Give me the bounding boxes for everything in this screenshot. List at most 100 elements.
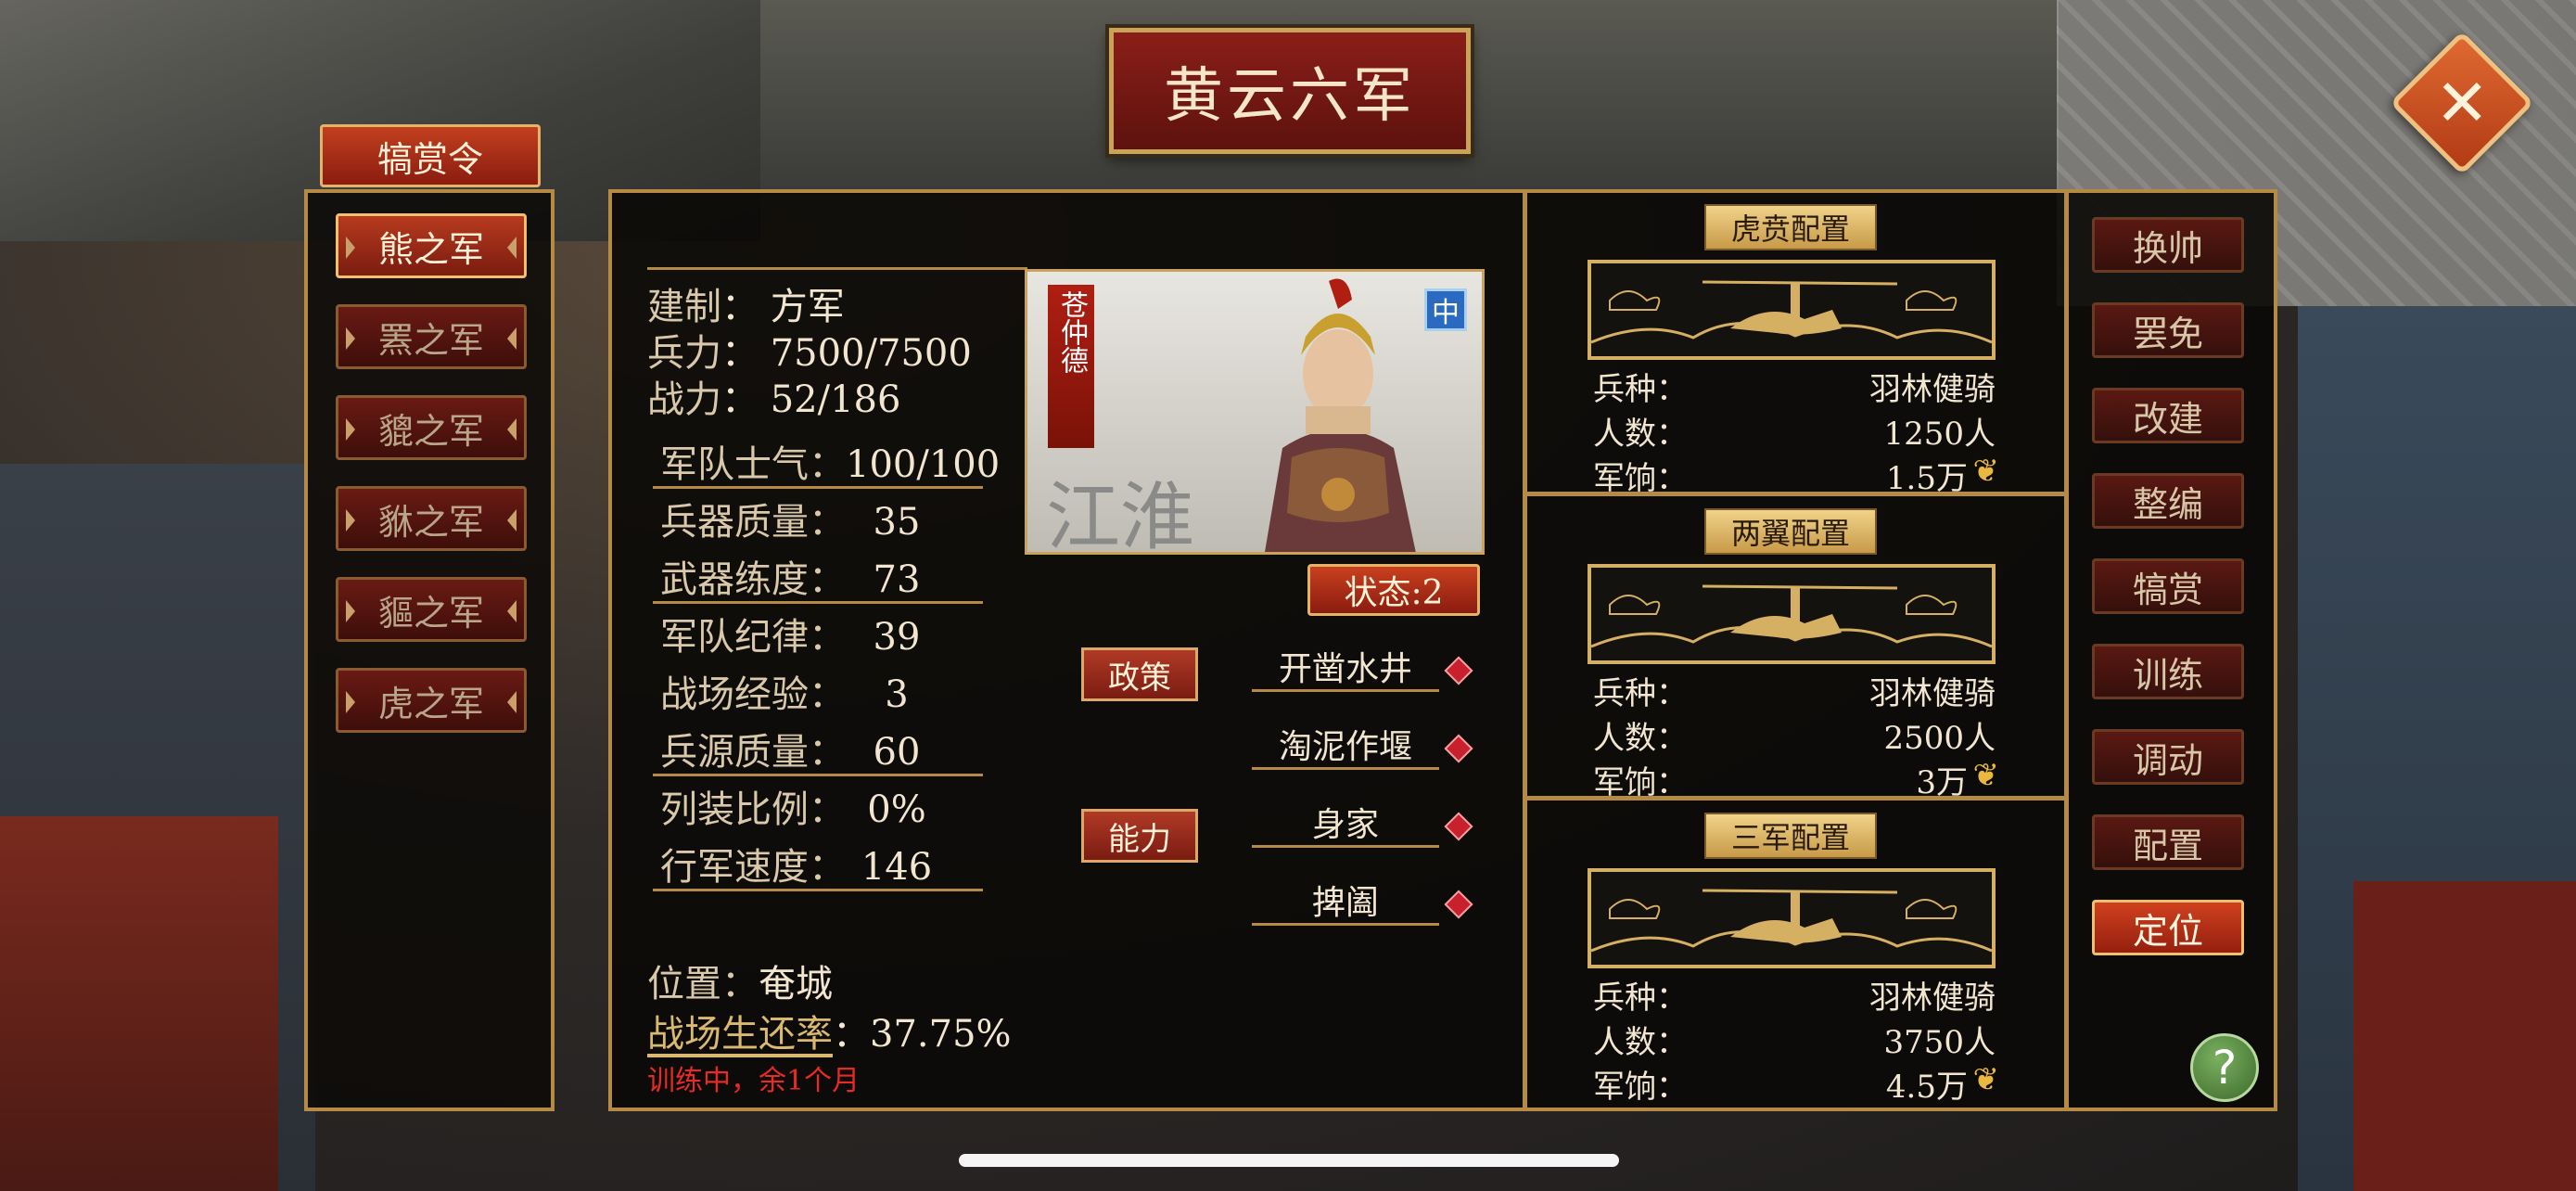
policy-button[interactable]: 政策 <box>1081 647 1198 701</box>
divider <box>653 774 983 776</box>
survival-label: 战场生还率 <box>647 1013 833 1056</box>
config-image-three-armies[interactable] <box>1588 868 1996 968</box>
background-red-pillar <box>2353 881 2576 1191</box>
stat-label: 兵器质量： <box>660 501 846 544</box>
stat-weapon-skill: 武器练度： 73 <box>660 549 948 603</box>
army-tab-chu[interactable]: 貙之军 <box>336 577 527 642</box>
stat-label: 军队纪律： <box>660 616 846 659</box>
stat-label: 行军速度： <box>660 846 846 889</box>
reward-button[interactable]: 犒赏 <box>2092 558 2244 614</box>
config-troop-label: 兵种： <box>1593 371 1688 408</box>
config-count-value: 3750人 <box>1883 1024 1996 1061</box>
stat-value: 3 <box>885 673 909 716</box>
page-title-text: 黄云六军 <box>1164 62 1416 131</box>
dismiss-button[interactable]: 罢免 <box>2092 302 2244 358</box>
location-value: 奄城 <box>759 963 833 1005</box>
army-detail-panel: 建制： 方军 兵力： 7500/7500 战力： 52/186 军队士气：100… <box>608 189 2277 1111</box>
stat-label: 武器练度： <box>660 558 846 601</box>
general-name: 苍仲德 <box>1048 285 1094 448</box>
stat-value: 100/100 <box>846 443 1001 486</box>
change-commander-button[interactable]: 换帅 <box>2092 217 2244 273</box>
wheat-icon: ❦ <box>1972 1061 2000 1098</box>
ability-button[interactable]: 能力 <box>1081 809 1198 863</box>
stat-label: 兵源质量： <box>660 731 846 774</box>
config-count-label: 人数： <box>1593 1024 1688 1061</box>
stat-value: 39 <box>873 616 921 659</box>
stat-experience: 战场经验： 3 <box>660 664 948 718</box>
config-count-value: 2500人 <box>1883 720 1996 757</box>
background-red-hall <box>0 816 278 1191</box>
cavalry-icon <box>1590 584 1993 648</box>
divider <box>653 486 983 489</box>
stat-value: 146 <box>861 846 933 889</box>
army-tab-pi[interactable]: 罴之军 <box>336 304 527 369</box>
policy-item-dam[interactable]: 淘泥作堰 <box>1252 720 1439 770</box>
survival-sep: ： <box>833 1013 870 1056</box>
configure-button[interactable]: 配置 <box>2092 814 2244 870</box>
help-button[interactable]: ? <box>2190 1033 2259 1102</box>
locate-button[interactable]: 定位 <box>2092 900 2244 955</box>
army-tab-xiu[interactable]: 貅之军 <box>336 486 527 551</box>
reorganize-button[interactable]: 整编 <box>2092 473 2244 529</box>
ability-item-family[interactable]: 身家 <box>1252 798 1439 848</box>
policy-item-well[interactable]: 开凿水井 <box>1252 642 1439 692</box>
location-label: 位置： <box>647 963 759 1005</box>
config-pay-label: 军饷： <box>1593 460 1688 497</box>
stat-label: 战力 <box>647 378 721 421</box>
config-pay-label: 军饷： <box>1593 1069 1688 1106</box>
divider <box>653 601 983 604</box>
config-pay-value: 1.5万 <box>1885 460 1968 497</box>
reward-order-tab[interactable]: 犒赏令 <box>320 124 541 187</box>
train-button[interactable]: 训练 <box>2092 644 2244 699</box>
stat-discipline: 军队纪律： 39 <box>660 607 948 660</box>
stat-value: 60 <box>873 731 921 774</box>
config-title-wings: 两翼配置 <box>1704 508 1877 555</box>
army-tab-pi2[interactable]: 貔之军 <box>336 395 527 460</box>
wheat-icon: ❦ <box>1972 453 2000 490</box>
config-troop-label: 兵种： <box>1593 980 1688 1017</box>
home-indicator[interactable] <box>959 1154 1619 1167</box>
config-image-huben[interactable] <box>1588 260 1996 360</box>
ability-item-diplomacy[interactable]: 捭阖 <box>1252 876 1439 926</box>
config-troop-value: 羽林健骑 <box>1869 371 1996 408</box>
config-title-huben: 虎贲配置 <box>1704 204 1877 250</box>
stat-colon: ： <box>721 378 759 421</box>
army-tab-xiong[interactable]: 熊之军 <box>336 213 527 278</box>
page-title: 黄云六军 <box>1109 28 1471 154</box>
general-figure <box>1265 278 1416 552</box>
config-troop-label: 兵种： <box>1593 675 1688 712</box>
army-list-panel: 熊之军 罴之军 貔之军 貅之军 貙之军 虎之军 <box>304 189 555 1111</box>
general-portrait[interactable]: 江淮 苍仲德 中 <box>1025 269 1485 555</box>
config-troop-value: 羽林健骑 <box>1869 980 1996 1017</box>
divider <box>1523 193 1527 1108</box>
config-image-wings[interactable] <box>1588 564 1996 664</box>
stat-power: 战力： 52/186 <box>647 369 900 423</box>
survival-rate: 战场生还率：37.75% <box>647 1004 1012 1057</box>
config-count-label: 人数： <box>1593 720 1688 757</box>
training-note: 训练中，余1个月 <box>647 1065 861 1097</box>
config-pay-label: 军饷： <box>1593 764 1688 801</box>
stat-weapon-quality: 兵器质量： 35 <box>660 492 948 545</box>
diamond-icon <box>1444 812 1473 841</box>
config-pay-value: 3万 <box>1916 764 1968 801</box>
status-button[interactable]: 状态:2 <box>1307 564 1480 616</box>
stat-march-speed: 行军速度： 146 <box>660 837 948 890</box>
stat-value: 73 <box>873 558 921 601</box>
stat-label: 战场经验： <box>660 673 846 716</box>
army-tab-hu[interactable]: 虎之军 <box>336 668 527 733</box>
stat-equip-ratio: 列装比例： 0% <box>660 779 948 833</box>
rebuild-button[interactable]: 改建 <box>2092 388 2244 443</box>
stat-value: 35 <box>873 501 921 544</box>
close-icon: ✕ <box>2434 65 2490 141</box>
stat-recruit-quality: 兵源质量： 60 <box>660 722 948 775</box>
deploy-button[interactable]: 调动 <box>2092 729 2244 785</box>
config-count-value: 1250人 <box>1883 416 1996 453</box>
cavalry-icon <box>1590 889 1993 953</box>
divider <box>647 267 1027 270</box>
wheat-icon: ❦ <box>1972 757 2000 794</box>
config-title-three-armies: 三军配置 <box>1704 813 1877 859</box>
general-name-text: 苍仲德 <box>1055 290 1088 374</box>
divider <box>653 889 983 891</box>
general-rank-badge: 中 <box>1424 288 1467 331</box>
stat-label: 军队士气： <box>660 443 846 486</box>
